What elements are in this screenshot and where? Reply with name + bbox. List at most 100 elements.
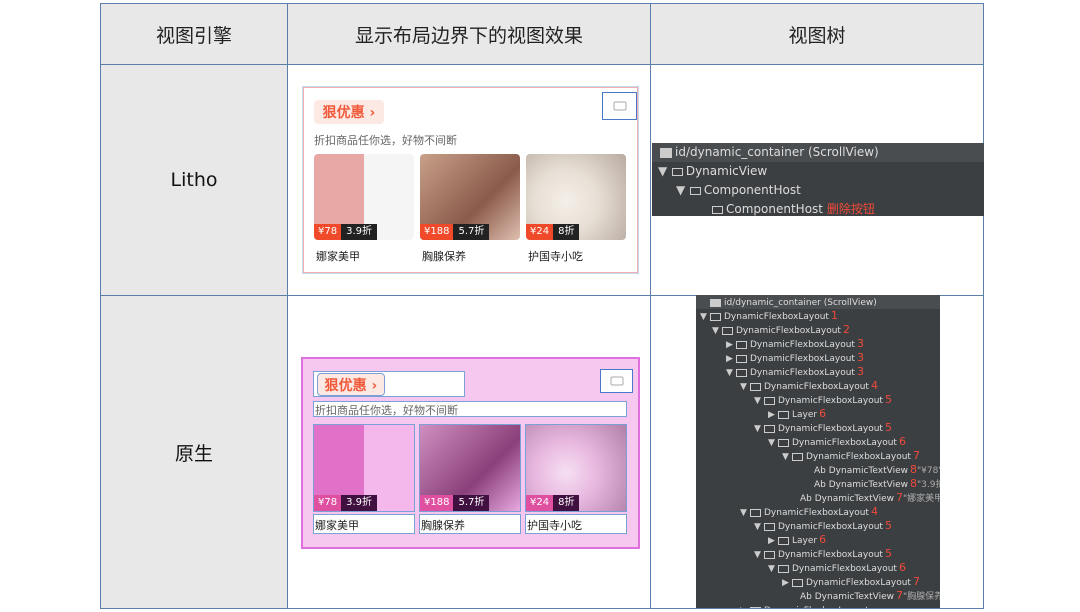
product-image[interactable]: ¥24 8折 (526, 154, 626, 240)
tree-node[interactable]: ▼ DynamicFlexboxLayout 5 (696, 393, 940, 407)
text-view-icon: Ab (800, 592, 815, 602)
expand-arrow-icon[interactable]: ▶ (768, 534, 778, 548)
tree-node[interactable]: Ab DynamicTextView7"胸腺保养" (696, 589, 940, 603)
text-value: "¥78" (917, 466, 940, 476)
text-value: "3.9折" (917, 480, 940, 490)
tree-node-label: DynamicView (685, 164, 768, 178)
row-label-litho-text: Litho (170, 169, 218, 191)
tree-node-label: DynamicTextView (814, 494, 894, 504)
product-name: 护国寺小吃 (527, 519, 582, 532)
text-view-icon: Ab (814, 466, 829, 476)
grid-icon (710, 298, 721, 307)
depth-number: 6 (819, 407, 827, 420)
product-image[interactable]: ¥78 3.9折 (313, 424, 415, 512)
expand-arrow-icon[interactable]: ▶ (740, 604, 750, 608)
text-value: "娜家美甲" (903, 494, 940, 504)
product-name: 胸腺保养 (421, 519, 465, 532)
expand-arrow-icon[interactable]: ▼ (712, 324, 722, 338)
tree-node-label: ComponentHost (726, 202, 823, 216)
depth-number: 7 (896, 491, 903, 504)
tree-node[interactable]: ▼ DynamicFlexboxLayout 5 (696, 421, 940, 435)
expand-arrow-icon[interactable]: ▼ (768, 436, 778, 450)
expand-arrow-icon[interactable]: ▼ (658, 162, 668, 181)
expand-arrow-icon[interactable]: ▶ (726, 338, 736, 352)
close-icon[interactable] (602, 92, 637, 120)
depth-number: 3 (856, 337, 864, 350)
deal-tag[interactable]: 狠优惠 › (317, 373, 385, 396)
tree-node[interactable]: ▼ DynamicFlexboxLayout 7 (696, 449, 940, 463)
native-card: 狠优惠 › 折扣商品任你选，好物不间断 ¥78 3.9折 ¥188 5.7折 ¥24… (301, 357, 640, 549)
tree-node[interactable]: Ab DynamicTextView 8"¥78" (696, 463, 940, 477)
expand-arrow-icon[interactable]: ▼ (740, 506, 750, 520)
tree-node[interactable]: ▼ ComponentHost (652, 181, 984, 200)
tree-node[interactable]: ▼ DynamicFlexboxLayout 2 (696, 323, 940, 337)
expand-arrow-icon[interactable]: ▶ (726, 352, 736, 366)
tree-node-label: DynamicFlexboxLayout (806, 578, 911, 588)
litho-view-tree: id/dynamic_container (ScrollView) ▼ Dyna… (652, 143, 984, 216)
tree-node[interactable]: ▼ DynamicFlexboxLayout 4 (696, 379, 940, 393)
box-icon (736, 368, 747, 377)
tree-node[interactable]: id/dynamic_container (ScrollView) (696, 295, 940, 309)
expand-arrow-icon[interactable]: ▼ (740, 380, 750, 394)
tree-node[interactable]: ▶ Layer 6 (696, 407, 940, 421)
tree-node[interactable]: ▼ DynamicFlexboxLayout 5 (696, 547, 940, 561)
depth-number: 8 (910, 463, 917, 476)
divider (287, 4, 288, 608)
product-name: 娜家美甲 (315, 519, 359, 532)
product-image[interactable]: ¥188 5.7折 (420, 154, 520, 240)
tree-node[interactable]: ▼ DynamicFlexboxLayout 3 (696, 365, 940, 379)
tree-node-label: Layer (792, 410, 818, 420)
tree-note: 删除按钮 (826, 202, 875, 216)
expand-arrow-icon[interactable]: ▼ (754, 520, 764, 534)
tree-node[interactable]: ComponentHost 删除按钮 (652, 200, 984, 219)
tree-node[interactable]: ▶ DynamicFlexboxLayout 3 (696, 337, 940, 351)
tree-node[interactable]: ▼ DynamicView (652, 162, 984, 181)
tree-node-label: Layer (792, 536, 818, 546)
tree-node-label: DynamicTextView (828, 480, 908, 490)
product-name: 娜家美甲 (316, 250, 360, 263)
tree-node-label: DynamicFlexboxLayout (778, 396, 883, 406)
tree-node[interactable]: ▼ DynamicFlexboxLayout 6 (696, 561, 940, 575)
expand-arrow-icon[interactable]: ▼ (754, 548, 764, 562)
tree-node[interactable]: ▼ DynamicFlexboxLayout 4 (696, 505, 940, 519)
depth-number: 8 (910, 477, 917, 490)
tree-node[interactable]: ▶ Layer 6 (696, 533, 940, 547)
box-icon (778, 536, 789, 545)
product-image[interactable]: ¥78 3.9折 (314, 154, 414, 240)
depth-number: 7 (912, 449, 920, 462)
product-name: 护国寺小吃 (528, 250, 583, 263)
box-icon (792, 452, 803, 461)
expand-arrow-icon[interactable]: ▼ (782, 450, 792, 464)
expand-arrow-icon[interactable]: ▼ (754, 422, 764, 436)
tree-node[interactable]: Ab DynamicTextView8"3.9折" (696, 477, 940, 491)
expand-arrow-icon[interactable]: ▼ (700, 310, 710, 324)
box-icon (750, 508, 761, 517)
tree-node[interactable]: Ab DynamicTextView7"娜家美甲" (696, 491, 940, 505)
tree-node[interactable]: ▶ DynamicFlexboxLayout 7 (696, 575, 940, 589)
tree-node[interactable]: ▼ DynamicFlexboxLayout 1 (696, 309, 940, 323)
expand-arrow-icon[interactable]: ▼ (768, 562, 778, 576)
tree-node-label: DynamicFlexboxLayout (724, 312, 829, 322)
expand-arrow-icon[interactable]: ▼ (726, 366, 736, 380)
box-icon (764, 424, 775, 433)
tree-node[interactable]: ▶ DynamicFlexboxLayout 3 (696, 351, 940, 365)
expand-arrow-icon[interactable]: ▶ (782, 576, 792, 590)
tree-node[interactable]: id/dynamic_container (ScrollView) (652, 143, 984, 162)
expand-arrow-icon[interactable]: ▶ (768, 408, 778, 422)
close-icon[interactable] (600, 369, 633, 393)
box-icon (689, 186, 701, 195)
depth-number: 6 (898, 435, 906, 448)
product-image[interactable]: ¥24 8折 (525, 424, 627, 512)
product-image[interactable]: ¥188 5.7折 (419, 424, 521, 512)
text-view-icon: Ab (814, 480, 829, 490)
litho-card: 狠优惠 › 折扣商品任你选，好物不间断 ¥78 3.9折 ¥188 5.7折 ¥24… (303, 87, 638, 273)
tree-node[interactable]: ▶ DynamicFlexboxLayout (696, 603, 940, 608)
tree-node[interactable]: ▼ DynamicFlexboxLayout 6 (696, 435, 940, 449)
expand-arrow-icon[interactable]: ▼ (676, 181, 686, 200)
deal-tag[interactable]: 狠优惠 › (314, 100, 384, 124)
tree-node[interactable]: ▼ DynamicFlexboxLayout 5 (696, 519, 940, 533)
expand-arrow-icon[interactable]: ▼ (754, 394, 764, 408)
tree-node-label: DynamicFlexboxLayout (764, 382, 869, 392)
discount-label: 3.9折 (341, 224, 377, 240)
depth-number: 5 (884, 547, 892, 560)
